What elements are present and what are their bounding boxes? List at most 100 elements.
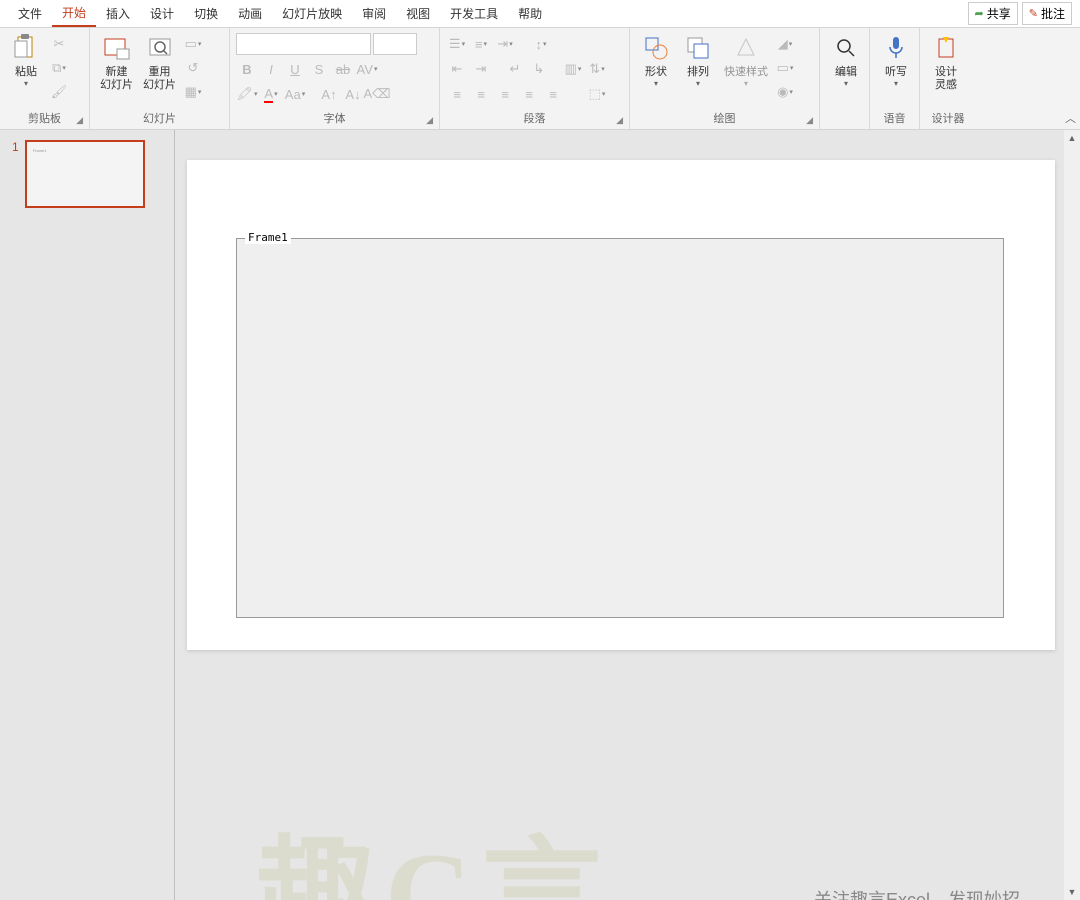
reuse-slide-button[interactable]: 重用 幻灯片	[139, 30, 180, 108]
scroll-down-button[interactable]: ▼	[1064, 884, 1080, 900]
underline-button[interactable]: U	[284, 58, 306, 80]
tab-review[interactable]: 审阅	[352, 1, 396, 26]
slides-group-label: 幻灯片	[143, 113, 176, 125]
frame-caption: Frame1	[245, 231, 291, 244]
font-name-input[interactable]	[236, 33, 371, 55]
designer-label: 设计 灵感	[935, 66, 957, 92]
group-paragraph: ☰▾ ≡▾ ⇥▾ ↕▾ ⇤ ⇥ ↵ ↳ ▥▾ ⇅▾ ≡ ≡ ≡ ≡	[440, 28, 630, 129]
ribbon: 粘贴 ▾ ✂ ⧉▾ 🖌 剪贴板 ◢ 新建 幻灯片 重用 幻灯片 ▭▾ ↺	[0, 28, 1080, 130]
inc-indent-button[interactable]: ⇥	[470, 58, 492, 80]
quickstyle-label: 快速样式	[724, 66, 768, 79]
tab-insert[interactable]: 插入	[96, 1, 140, 26]
new-slide-icon	[101, 32, 133, 64]
format-painter-button[interactable]: 🖌	[48, 81, 70, 103]
rtl-button[interactable]: ↳	[528, 58, 550, 80]
font-size-input[interactable]	[373, 33, 417, 55]
font-launcher[interactable]: ◢	[426, 115, 433, 126]
cut-button[interactable]: ✂	[48, 33, 70, 55]
editing-label: 编辑	[835, 66, 857, 79]
frame-control[interactable]: Frame1	[236, 238, 1004, 618]
slide-thumbnail[interactable]: Frame1	[25, 140, 145, 208]
dictate-button[interactable]: 听写 ▾	[876, 30, 916, 108]
clipboard-group-label: 剪贴板	[28, 113, 61, 125]
watermark-big: 趣C言	[255, 796, 612, 900]
arrange-label: 排列	[687, 66, 709, 79]
tab-animation[interactable]: 动画	[228, 1, 272, 26]
tab-devtools[interactable]: 开发工具	[440, 1, 508, 26]
designer-button[interactable]: 设计 灵感	[926, 30, 966, 108]
share-button[interactable]: ➦共享	[968, 2, 1018, 25]
tab-help[interactable]: 帮助	[508, 1, 552, 26]
slide[interactable]: Frame1	[187, 160, 1055, 650]
highlight-button[interactable]: 🖍▾	[236, 83, 258, 105]
text-dir-button[interactable]: ⇅▾	[586, 58, 608, 80]
watermark-small: 关注趣言Excel，发现妙招	[814, 886, 1020, 900]
brush-icon: 🖌	[51, 84, 68, 100]
drawing-launcher[interactable]: ◢	[806, 115, 813, 126]
dec-indent-button[interactable]: ⇤	[446, 58, 468, 80]
menu-bar: 文件 开始 插入 设计 切换 动画 幻灯片放映 审阅 视图 开发工具 帮助 ➦共…	[0, 0, 1080, 28]
shapes-button[interactable]: 形状 ▾	[636, 30, 676, 108]
shadow-button[interactable]: S	[308, 58, 330, 80]
font-group-label: 字体	[324, 113, 346, 125]
smartart-button[interactable]: ⬚▾	[586, 83, 608, 105]
line-spacing-button[interactable]: ↕▾	[530, 33, 552, 55]
clear-format-button[interactable]: A⌫	[366, 83, 388, 105]
section-button[interactable]: ▦▾	[182, 81, 204, 103]
copy-button[interactable]: ⧉▾	[48, 57, 70, 79]
align-justify-button[interactable]: ≡	[518, 83, 540, 105]
grow-font-button[interactable]: A↑	[318, 83, 340, 105]
tab-design[interactable]: 设计	[140, 1, 184, 26]
char-spacing-button[interactable]: AV▾	[356, 58, 378, 80]
bold-button[interactable]: B	[236, 58, 258, 80]
paragraph-launcher[interactable]: ◢	[616, 115, 623, 126]
scissors-icon: ✂	[54, 36, 65, 52]
bullets-button[interactable]: ☰▾	[446, 33, 468, 55]
collapse-ribbon-button[interactable]: ︿	[1065, 110, 1076, 126]
numbering-button[interactable]: ≡▾	[470, 33, 492, 55]
arrange-button[interactable]: 排列 ▾	[678, 30, 718, 108]
change-case-button[interactable]: Aa▾	[284, 83, 306, 105]
tab-home[interactable]: 开始	[52, 0, 96, 27]
slide-canvas-area[interactable]: ↖ Frame1 趣C言 关注趣言Excel，发现妙招	[175, 130, 1080, 900]
align-right-button[interactable]: ≡	[494, 83, 516, 105]
font-color-button[interactable]: A▾	[260, 83, 282, 105]
shape-outline-button[interactable]: ▭▾	[774, 57, 796, 79]
share-label: 共享	[987, 5, 1011, 22]
shape-effects-button[interactable]: ◉▾	[774, 81, 796, 103]
annotate-button[interactable]: ✎批注	[1022, 2, 1072, 25]
find-button[interactable]: 编辑 ▾	[826, 30, 866, 112]
shape-fill-button[interactable]: ◢▾	[774, 33, 796, 55]
ltr-button[interactable]: ↵	[504, 58, 526, 80]
group-clipboard: 粘贴 ▾ ✂ ⧉▾ 🖌 剪贴板 ◢	[0, 28, 90, 129]
arrange-icon	[682, 32, 714, 64]
mic-icon	[880, 32, 912, 64]
reset-button[interactable]: ↺	[182, 57, 204, 79]
tab-file[interactable]: 文件	[8, 1, 52, 26]
group-dictate: 听写 ▾ 语音	[870, 28, 920, 129]
tab-slideshow[interactable]: 幻灯片放映	[272, 1, 352, 26]
new-slide-button[interactable]: 新建 幻灯片	[96, 30, 137, 108]
align-center-button[interactable]: ≡	[470, 83, 492, 105]
strike-button[interactable]: ab	[332, 58, 354, 80]
quickstyle-button[interactable]: 快速样式 ▾	[720, 30, 772, 108]
group-slides: 新建 幻灯片 重用 幻灯片 ▭▾ ↺ ▦▾ 幻灯片	[90, 28, 230, 129]
align-distrib-button[interactable]: ≡	[542, 83, 564, 105]
tab-transition[interactable]: 切换	[184, 1, 228, 26]
copy-icon: ⧉	[52, 60, 61, 76]
layout-button[interactable]: ▭▾	[182, 33, 204, 55]
list-level-button[interactable]: ⇥▾	[494, 33, 516, 55]
thumb-frame-label: Frame1	[33, 148, 47, 153]
shrink-font-button[interactable]: A↓	[342, 83, 364, 105]
columns-button[interactable]: ▥▾	[562, 58, 584, 80]
designer-group-label: 设计器	[932, 113, 965, 125]
italic-button[interactable]: I	[260, 58, 282, 80]
align-left-button[interactable]: ≡	[446, 83, 468, 105]
vertical-scrollbar[interactable]: ▲ ▼	[1064, 130, 1080, 900]
tab-view[interactable]: 视图	[396, 1, 440, 26]
paste-icon	[10, 32, 42, 64]
clipboard-launcher[interactable]: ◢	[76, 115, 83, 126]
paste-button[interactable]: 粘贴 ▾	[6, 30, 46, 108]
reuse-slide-icon	[144, 32, 176, 64]
scroll-up-button[interactable]: ▲	[1064, 130, 1080, 146]
